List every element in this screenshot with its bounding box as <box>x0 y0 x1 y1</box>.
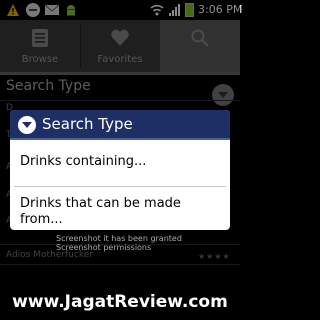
option-label: Drinks containing... <box>20 154 147 169</box>
option-drinks-made-from[interactable]: Drinks that can be made from... <box>10 196 230 230</box>
option-drinks-containing[interactable]: Drinks containing... <box>10 154 230 194</box>
toast-message: Screenshot it has been granted Screensho… <box>56 234 182 252</box>
toast-line: Screenshot permissions <box>56 243 152 252</box>
option-label: Drinks that can be made from... <box>20 196 181 227</box>
option-divider <box>14 186 226 187</box>
dialog-header: Search Type <box>10 110 230 140</box>
toast-line: Screenshot it has been granted <box>56 234 182 243</box>
watermark: www.JagatReview.com <box>12 292 228 312</box>
dialog-title: Search Type <box>42 115 133 133</box>
dropdown-icon <box>18 116 36 134</box>
search-type-dialog: Search Type Drinks containing... Drinks … <box>10 110 230 230</box>
